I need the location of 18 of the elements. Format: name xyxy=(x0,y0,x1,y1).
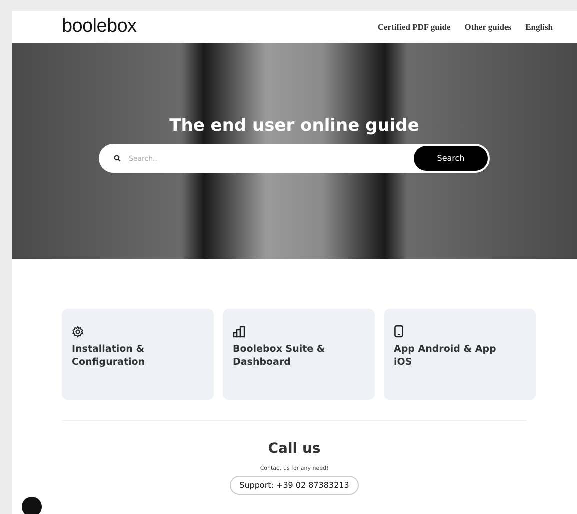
search-icon xyxy=(114,155,121,162)
category-card[interactable]: Installation & Configuration xyxy=(62,309,214,400)
phone-icon xyxy=(394,325,404,338)
card-title: Boolebox Suite & Dashboard xyxy=(233,344,326,370)
nav-link[interactable]: Other guides xyxy=(464,22,512,32)
support-button[interactable]: Support: +39 02 87383213 xyxy=(230,476,360,495)
category-card[interactable]: Boolebox Suite & Dashboard xyxy=(223,309,375,400)
hero-title: The end user online guide xyxy=(170,116,420,136)
search-button[interactable]: Search xyxy=(414,146,488,171)
category-card[interactable]: App Android & App iOS xyxy=(384,309,536,400)
card-title: App Android & App iOS xyxy=(394,344,498,370)
nav-link[interactable]: English xyxy=(526,22,553,32)
gear-icon xyxy=(72,326,84,338)
section-title: Call us xyxy=(268,441,321,457)
logo[interactable]: boolebox xyxy=(62,16,137,38)
nav-link[interactable]: Certified PDF guide xyxy=(378,22,451,32)
bar-chart-icon xyxy=(233,326,247,338)
card-title: Installation & Configuration xyxy=(72,344,146,370)
